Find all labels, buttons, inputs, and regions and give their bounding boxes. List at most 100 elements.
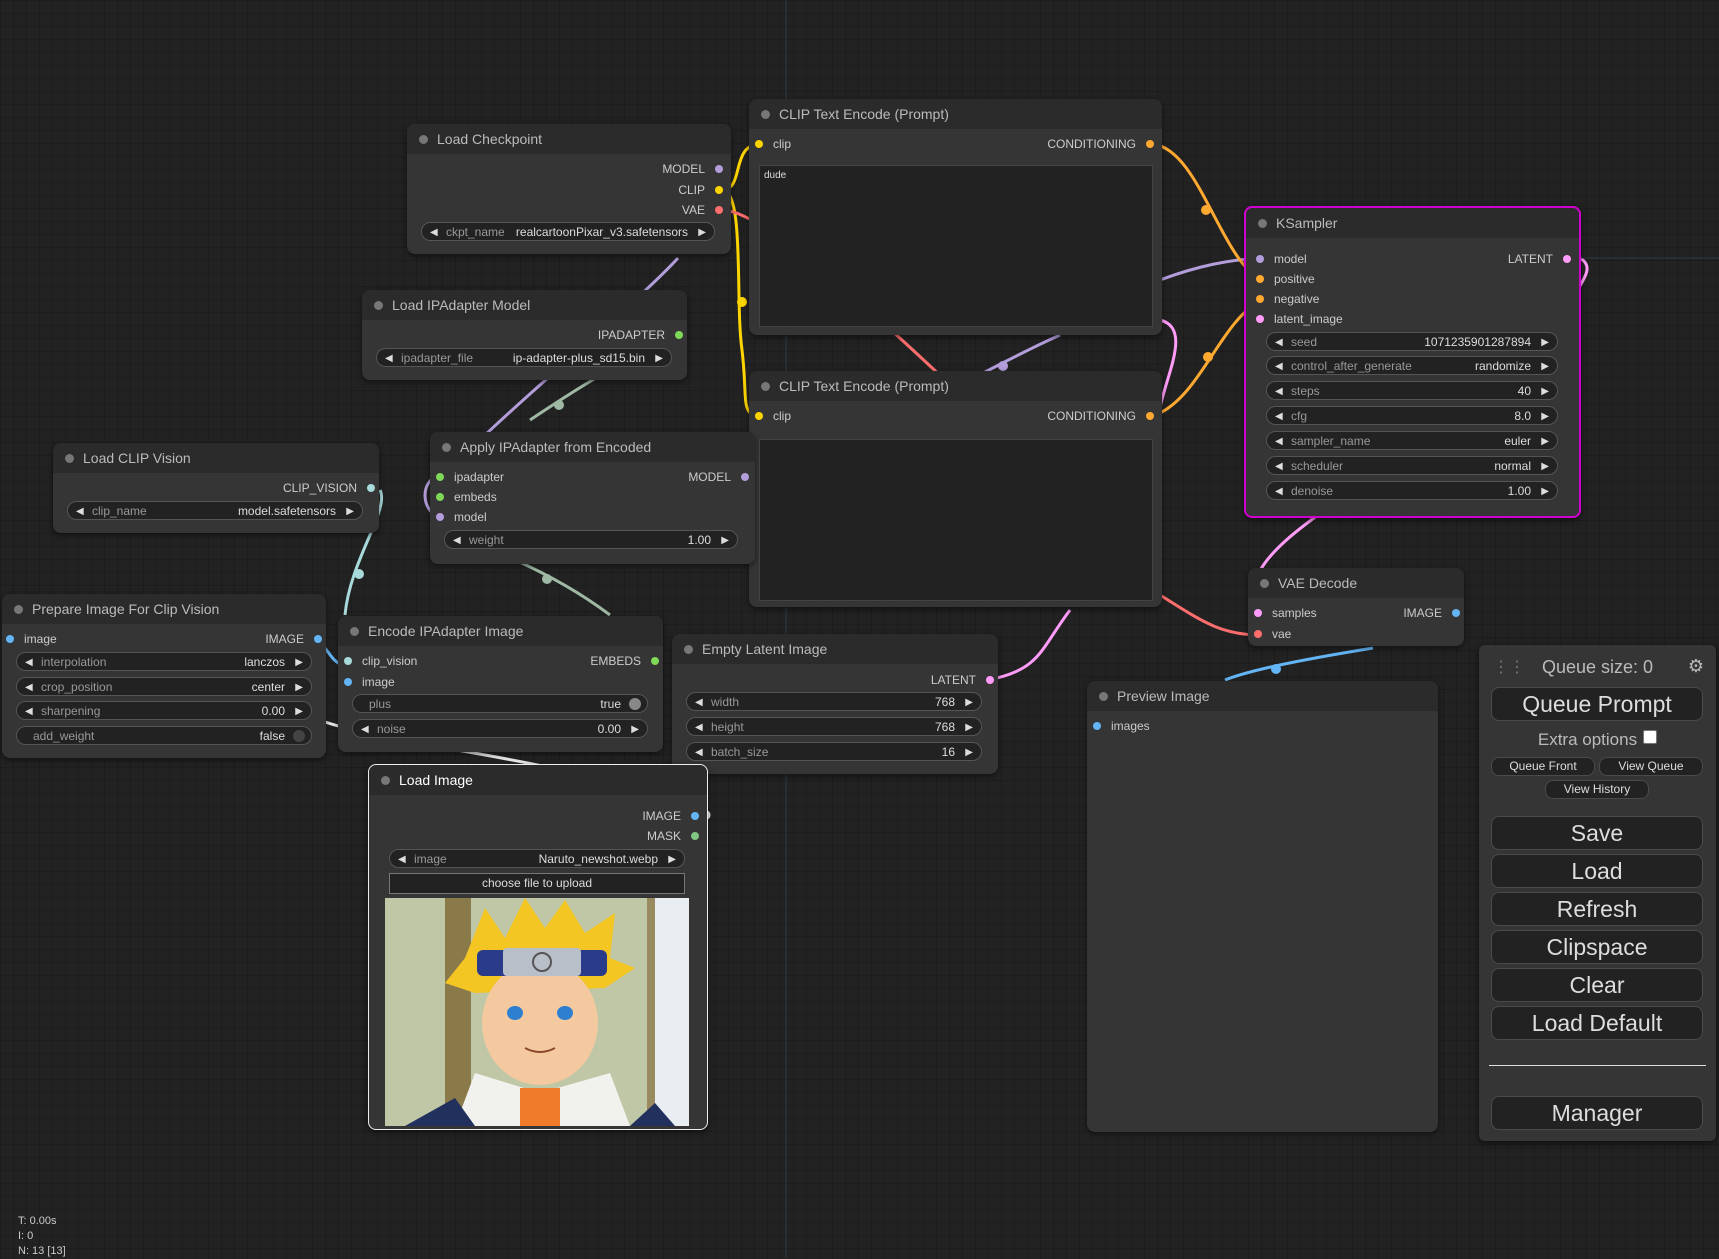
load-image-node[interactable]: Load Image IMAGE MASK ◀ image Naruto_newsh…: [368, 764, 708, 1130]
gear-icon[interactable]: ⚙: [1688, 656, 1704, 677]
input-clip[interactable]: clip: [755, 407, 791, 425]
arrow-right-icon[interactable]: ▶: [295, 678, 303, 697]
output-clip[interactable]: CLIP: [678, 181, 723, 199]
input-vae[interactable]: vae: [1254, 625, 1291, 643]
node-title[interactable]: Load Checkpoint: [407, 124, 731, 154]
slot-dot[interactable]: [1146, 140, 1154, 148]
arrow-left-icon[interactable]: ◀: [385, 349, 393, 368]
arrow-right-icon[interactable]: ▶: [1541, 357, 1549, 376]
arrow-left-icon[interactable]: ◀: [453, 531, 461, 550]
input-images[interactable]: images: [1093, 717, 1150, 735]
slot-dot[interactable]: [691, 832, 699, 840]
arrow-right-icon[interactable]: ▶: [1541, 457, 1549, 476]
apply-ipadapter-node[interactable]: Apply IPAdapter from Encoded ipadapter e…: [430, 432, 755, 564]
queue-front-button[interactable]: Queue Front: [1491, 757, 1595, 776]
clipspace-button[interactable]: Clipspace: [1491, 930, 1703, 964]
arrow-right-icon[interactable]: ▶: [698, 223, 706, 242]
slot-dot[interactable]: [344, 678, 352, 686]
slot-dot[interactable]: [715, 186, 723, 194]
arrow-right-icon[interactable]: ▶: [1541, 432, 1549, 451]
arrow-left-icon[interactable]: ◀: [1275, 357, 1283, 376]
output-model[interactable]: MODEL: [662, 160, 723, 178]
node-title[interactable]: Prepare Image For Clip Vision: [2, 594, 326, 624]
preview-image-node[interactable]: Preview Image images: [1087, 681, 1438, 1132]
arrow-right-icon[interactable]: ▶: [1541, 382, 1549, 401]
load-checkpoint-node[interactable]: Load Checkpoint MODEL CLIP VAE ◀ ckpt_na…: [407, 124, 731, 254]
load-clip-vision-node[interactable]: Load CLIP Vision CLIP_VISION ◀ clip_name m…: [53, 443, 379, 533]
collapse-dot[interactable]: [374, 301, 383, 310]
input-ipadapter[interactable]: ipadapter: [436, 468, 504, 486]
denoise-widget[interactable]: ◀ denoise 1.00 ▶: [1266, 481, 1558, 500]
slot-dot[interactable]: [1146, 412, 1154, 420]
collapse-dot[interactable]: [65, 454, 74, 463]
arrow-right-icon[interactable]: ▶: [965, 743, 973, 762]
arrow-left-icon[interactable]: ◀: [25, 678, 33, 697]
output-ipadapter[interactable]: IPADAPTER: [598, 326, 683, 344]
arrow-left-icon[interactable]: ◀: [1275, 407, 1283, 426]
collapse-dot[interactable]: [761, 110, 770, 119]
output-conditioning[interactable]: CONDITIONING: [1047, 135, 1154, 153]
view-queue-button[interactable]: View Queue: [1599, 757, 1703, 776]
view-history-button[interactable]: View History: [1545, 780, 1649, 799]
slot-dot[interactable]: [651, 657, 659, 665]
input-clip[interactable]: clip: [755, 135, 791, 153]
crop-position-combo[interactable]: ◀ crop_position center ▶: [16, 677, 312, 696]
slot-dot[interactable]: [1256, 255, 1264, 263]
slot-dot[interactable]: [1256, 295, 1264, 303]
scheduler-widget[interactable]: ◀ scheduler normal ▶: [1266, 456, 1558, 475]
node-title[interactable]: Load IPAdapter Model: [362, 290, 687, 320]
input-latent-image[interactable]: latent_image: [1256, 310, 1343, 328]
input-clip-vision[interactable]: clip_vision: [344, 652, 417, 670]
node-title[interactable]: CLIP Text Encode (Prompt): [749, 371, 1162, 401]
slot-dot[interactable]: [755, 140, 763, 148]
arrow-right-icon[interactable]: ▶: [295, 702, 303, 721]
input-negative[interactable]: negative: [1256, 290, 1319, 308]
node-title[interactable]: KSampler: [1246, 208, 1579, 238]
slot-dot[interactable]: [314, 635, 322, 643]
refresh-button[interactable]: Refresh: [1491, 892, 1703, 926]
input-model[interactable]: model: [436, 508, 487, 526]
empty-latent-image-node[interactable]: Empty Latent Image LATENT ◀ width 768 ▶ ◀ he…: [672, 634, 998, 774]
arrow-right-icon[interactable]: ▶: [1541, 333, 1549, 352]
clip-name-combo[interactable]: ◀ clip_name model.safetensors ▶: [67, 501, 363, 520]
output-conditioning[interactable]: CONDITIONING: [1047, 407, 1154, 425]
arrow-left-icon[interactable]: ◀: [1275, 482, 1283, 501]
node-title[interactable]: Encode IPAdapter Image: [338, 616, 663, 646]
prompt-textarea[interactable]: dude: [759, 165, 1153, 327]
slot-dot[interactable]: [367, 484, 375, 492]
image-combo[interactable]: ◀ image Naruto_newshot.webp ▶: [389, 849, 685, 868]
node-title[interactable]: Empty Latent Image: [672, 634, 998, 664]
node-title[interactable]: Load CLIP Vision: [53, 443, 379, 473]
collapse-dot[interactable]: [442, 443, 451, 452]
node-title[interactable]: Apply IPAdapter from Encoded: [430, 432, 755, 462]
slot-dot[interactable]: [436, 513, 444, 521]
arrow-left-icon[interactable]: ◀: [25, 702, 33, 721]
collapse-dot[interactable]: [419, 135, 428, 144]
batch-size-widget[interactable]: ◀ batch_size 16 ▶: [686, 742, 982, 761]
output-clip-vision[interactable]: CLIP_VISION: [283, 479, 375, 497]
slot-dot[interactable]: [344, 657, 352, 665]
slot-dot[interactable]: [1254, 630, 1262, 638]
arrow-left-icon[interactable]: ◀: [1275, 333, 1283, 352]
node-title[interactable]: Load Image: [369, 765, 707, 795]
ipadapter-file-combo[interactable]: ◀ ipadapter_file ip-adapter-plus_sd15.bin ▶: [376, 348, 672, 367]
arrow-right-icon[interactable]: ▶: [965, 693, 973, 712]
arrow-right-icon[interactable]: ▶: [295, 653, 303, 672]
add-weight-toggle[interactable]: add_weight false: [16, 726, 312, 745]
width-widget[interactable]: ◀ width 768 ▶: [686, 692, 982, 711]
slot-dot[interactable]: [1256, 275, 1264, 283]
output-vae[interactable]: VAE: [682, 201, 723, 219]
height-widget[interactable]: ◀ height 768 ▶: [686, 717, 982, 736]
save-button[interactable]: Save: [1491, 816, 1703, 850]
collapse-dot[interactable]: [14, 605, 23, 614]
sampler-name-widget[interactable]: ◀ sampler_name euler ▶: [1266, 431, 1558, 450]
queue-prompt-button[interactable]: Queue Prompt: [1491, 687, 1703, 721]
collapse-dot[interactable]: [684, 645, 693, 654]
arrow-left-icon[interactable]: ◀: [695, 718, 703, 737]
arrow-right-icon[interactable]: ▶: [655, 349, 663, 368]
input-image[interactable]: image: [344, 673, 395, 691]
arrow-left-icon[interactable]: ◀: [1275, 432, 1283, 451]
node-title[interactable]: VAE Decode: [1248, 568, 1464, 598]
output-latent[interactable]: LATENT: [1508, 250, 1571, 268]
slot-dot[interactable]: [1452, 609, 1460, 617]
